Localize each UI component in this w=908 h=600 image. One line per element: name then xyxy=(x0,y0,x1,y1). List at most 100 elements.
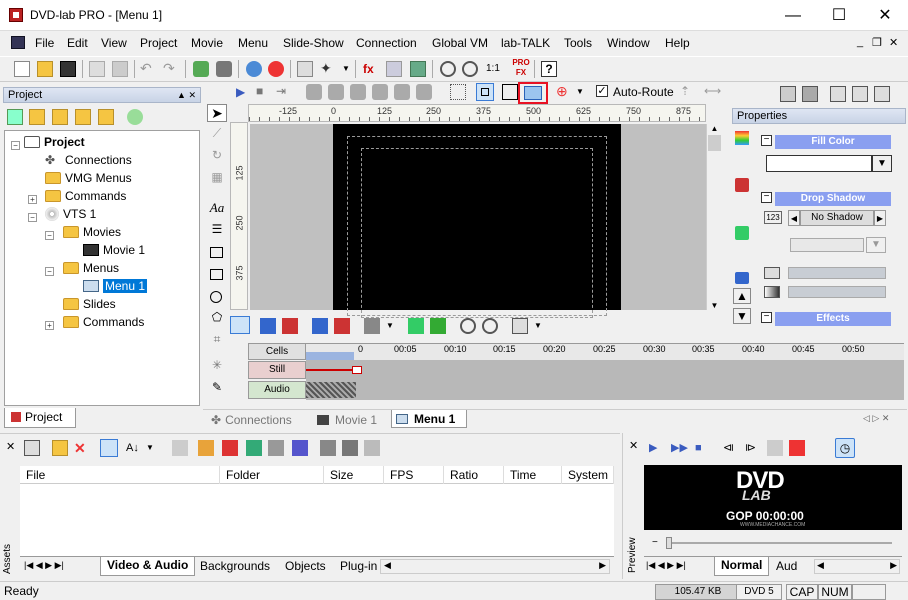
asset-sort-icon[interactable]: A↓ xyxy=(126,440,142,456)
grid-icon[interactable] xyxy=(410,61,426,77)
asset-open-icon[interactable] xyxy=(52,440,68,456)
zoom-in-icon[interactable] xyxy=(440,61,456,77)
connect-up-icon[interactable]: ⇡ xyxy=(680,84,696,100)
safe-area-icon[interactable] xyxy=(476,83,494,101)
open-folder-icon[interactable] xyxy=(37,61,53,77)
tab-backgrounds[interactable]: Backgrounds xyxy=(200,558,270,575)
tree-item-vts-1[interactable]: VTS 1 xyxy=(45,207,96,221)
asset-folder-view-icon[interactable] xyxy=(100,439,118,457)
column-size[interactable]: Size xyxy=(324,466,384,484)
dfx-icon[interactable] xyxy=(386,61,402,77)
save-icon[interactable] xyxy=(60,61,76,77)
mdi-restore-button[interactable]: ❐ xyxy=(872,36,882,49)
mesh-tool-icon[interactable]: ▦ xyxy=(207,170,227,188)
menu-window[interactable]: Window xyxy=(607,36,650,50)
tab-nav-icons[interactable]: ◁ ▷ ✕ xyxy=(863,413,889,424)
asset-tool-2-icon[interactable] xyxy=(198,440,214,456)
shadow-color-dropdown[interactable]: ▼ xyxy=(866,237,886,253)
column-time[interactable]: Time xyxy=(504,466,562,484)
fill-color-collapse[interactable]: − xyxy=(761,135,772,146)
brush-tool-icon[interactable]: ✎ xyxy=(207,380,227,398)
help-icon[interactable]: ? xyxy=(541,61,557,77)
assets-tab-nav-icons[interactable]: |◀ ◀ ▶ ▶| xyxy=(24,560,64,571)
drop-shadow-section[interactable]: Drop Shadow xyxy=(775,192,891,206)
shadow-next-button[interactable]: ▶ xyxy=(874,210,886,226)
shadow-blur-slider[interactable] xyxy=(788,286,886,298)
tab-normal[interactable]: Normal xyxy=(714,557,770,576)
table-icon[interactable] xyxy=(780,86,796,102)
remove-button-icon[interactable] xyxy=(282,318,298,334)
burn-icon[interactable] xyxy=(268,61,284,77)
tree-item-commands-2[interactable]: Commands xyxy=(63,315,144,329)
menu-edit[interactable]: Edit xyxy=(67,36,88,50)
link-6-icon[interactable] xyxy=(416,84,432,100)
paragraph-tool-icon[interactable]: ☰ xyxy=(207,222,227,240)
preview-close-icon[interactable]: ✕ xyxy=(629,439,638,452)
zoom-in-icon[interactable] xyxy=(460,318,476,334)
tree-expander-menus[interactable]: − xyxy=(45,267,54,276)
tree-item-connections[interactable]: ✤ Connections xyxy=(45,153,132,167)
compile-icon[interactable] xyxy=(246,61,262,77)
column-file[interactable]: File xyxy=(20,466,220,484)
stack-icon[interactable] xyxy=(216,61,232,77)
fill-color-swatch[interactable] xyxy=(766,155,872,172)
link-2-icon[interactable] xyxy=(328,84,344,100)
connect-icon[interactable]: ⟷ xyxy=(704,84,721,100)
tab-plugin[interactable]: Plug-in xyxy=(340,558,377,575)
zoom-out-icon[interactable] xyxy=(462,61,478,77)
canvas-vertical-scrollbar[interactable]: ▲ ▼ xyxy=(706,124,722,310)
tab-aud[interactable]: Aud xyxy=(776,558,797,575)
timeline-audio-label[interactable]: Audio xyxy=(248,381,306,399)
tree-item-vmg-menus[interactable]: VMG Menus xyxy=(45,171,132,185)
asset-tool-3-icon[interactable] xyxy=(222,440,238,456)
preview-tab-nav-icons[interactable]: |◀ ◀ ▶ ▶| xyxy=(646,560,686,571)
still-marker[interactable] xyxy=(352,366,362,374)
preview-fast-forward-icon[interactable]: ▶▶ xyxy=(671,440,688,456)
next-icon[interactable]: ⇥ xyxy=(276,84,292,100)
path-tool-icon[interactable]: ⟋ xyxy=(207,126,227,144)
add-vts-icon[interactable] xyxy=(7,109,23,125)
menu-slideshow[interactable]: Slide-Show xyxy=(283,36,344,50)
add-button-icon[interactable] xyxy=(260,318,276,334)
layout-2-icon[interactable] xyxy=(852,86,868,102)
magic-wand-icon[interactable]: ✦ xyxy=(320,61,336,77)
crop-tool-icon[interactable]: ⌗ xyxy=(207,332,227,350)
menu-background[interactable] xyxy=(333,124,621,318)
stop-icon[interactable]: ■ xyxy=(256,84,272,100)
link-4-icon[interactable] xyxy=(372,84,388,100)
select-object-icon[interactable] xyxy=(230,316,250,334)
tree-item-project[interactable]: Project xyxy=(24,135,85,149)
anchor-icon[interactable]: ⊕ xyxy=(556,84,572,100)
preview-scrollbar[interactable]: ◀ ▶ xyxy=(814,559,900,574)
move-icon[interactable] xyxy=(735,226,749,240)
preview-next-frame-icon[interactable]: ⧐ xyxy=(745,440,761,456)
edit-icon[interactable] xyxy=(802,86,818,102)
link-icon[interactable] xyxy=(306,84,322,100)
fill-color-dropdown[interactable]: ▼ xyxy=(872,155,892,172)
asset-delete-icon[interactable]: ✕ xyxy=(74,440,90,456)
asset-tool-1-icon[interactable] xyxy=(172,440,188,456)
preview-tool-1-icon[interactable] xyxy=(767,440,783,456)
menu-project[interactable]: Project xyxy=(140,36,177,50)
pro-fx-icon[interactable]: PRO FX xyxy=(511,58,531,77)
rotate-tool-icon[interactable]: ↻ xyxy=(207,148,227,166)
shadow-type-value[interactable]: No Shadow xyxy=(800,210,874,226)
zoom-ratio-label[interactable]: 1:1 xyxy=(486,61,506,77)
layout-icon[interactable] xyxy=(830,86,846,102)
asset-tool-6-icon[interactable] xyxy=(292,440,308,456)
layer-icon[interactable] xyxy=(364,318,380,334)
effects-section[interactable]: Effects xyxy=(775,312,891,326)
tree-expander-vts[interactable]: − xyxy=(28,213,37,222)
tree-item-menu-1[interactable]: Menu 1 xyxy=(83,279,148,293)
panel-pin-close-icon[interactable]: ▲ ✕ xyxy=(177,88,196,103)
menu-view[interactable]: View xyxy=(101,36,127,50)
menu-global-vm[interactable]: Global VM xyxy=(432,36,488,50)
tree-expander-commands-2[interactable]: + xyxy=(45,321,54,330)
undo-icon[interactable]: ↶ xyxy=(140,61,156,77)
shadow-opacity-slider[interactable] xyxy=(788,267,886,279)
tab-project[interactable]: Project xyxy=(4,408,76,428)
pointer-tool-icon[interactable]: ➤ xyxy=(207,104,227,122)
preview-seek-bar[interactable]: − xyxy=(648,536,898,550)
mdi-close-button[interactable]: ✕ xyxy=(889,36,898,49)
column-folder[interactable]: Folder xyxy=(220,466,324,484)
